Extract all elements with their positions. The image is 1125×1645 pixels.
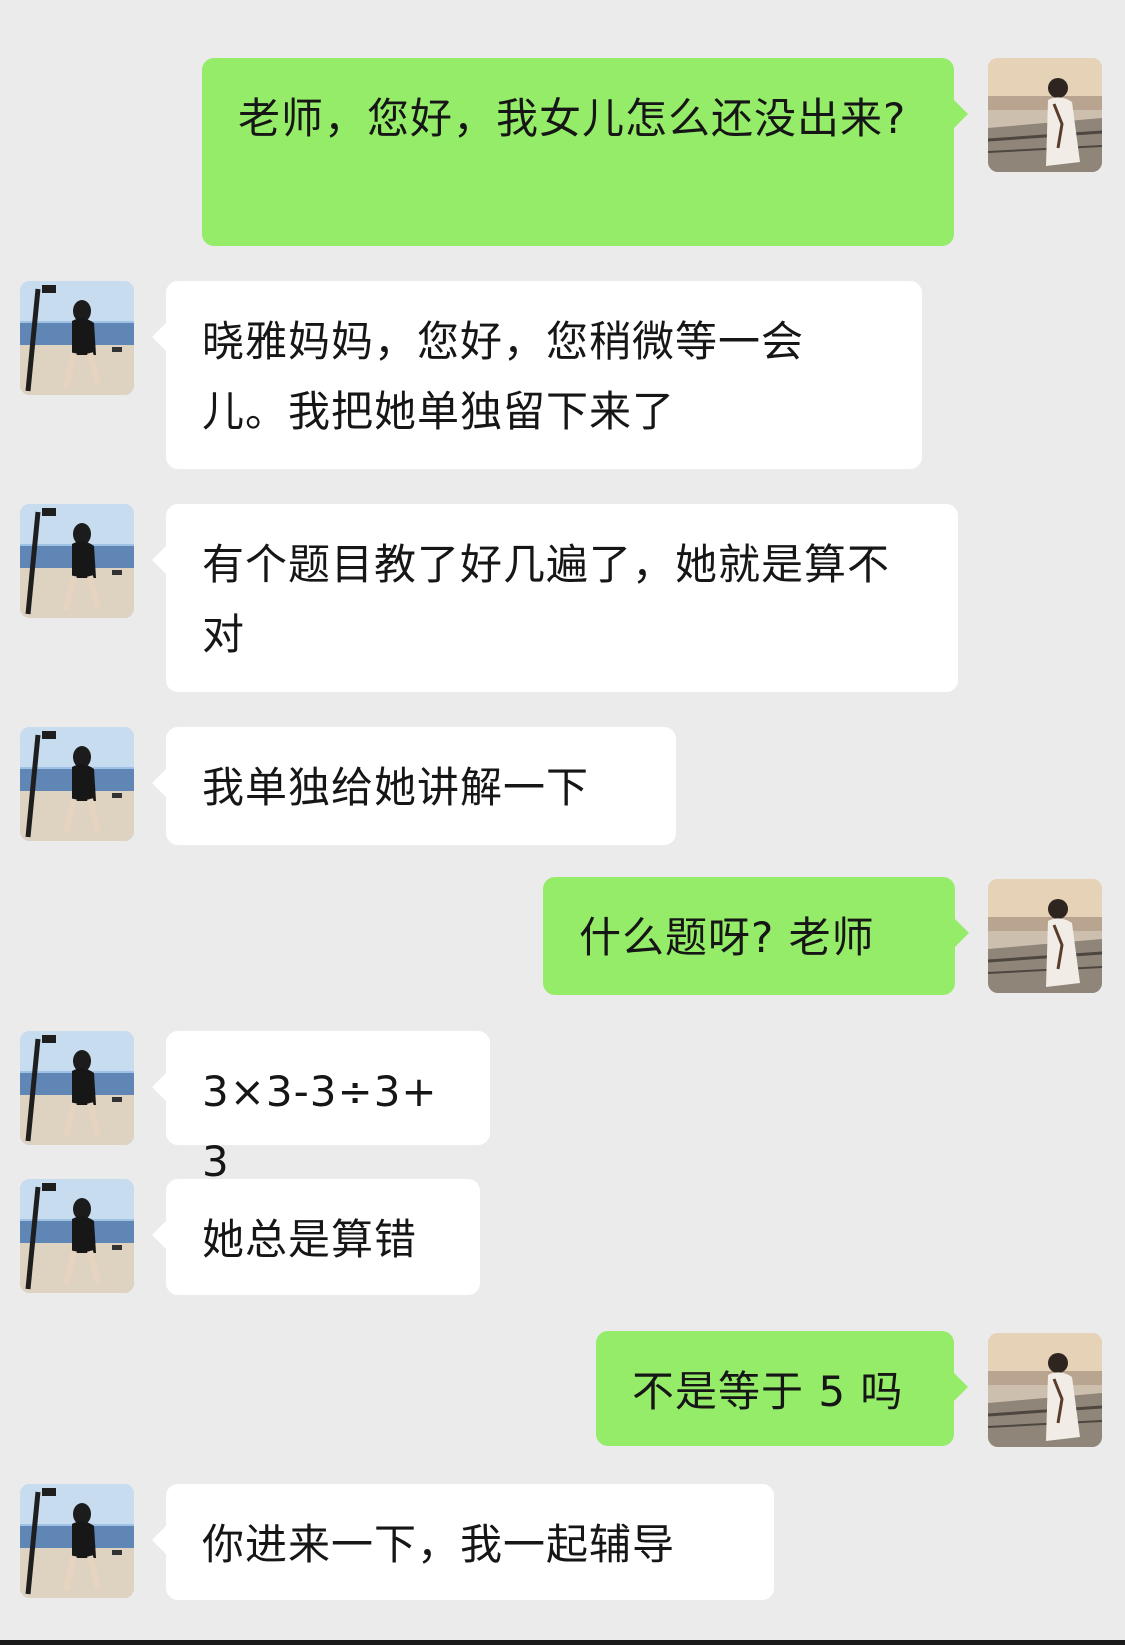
teacher-avatar-icon[interactable] (20, 1484, 134, 1598)
message-text: 她总是算错 (202, 1215, 418, 1264)
teacher-avatar-icon[interactable] (20, 504, 134, 618)
parent-avatar-icon[interactable] (988, 1333, 1102, 1447)
message-bubble[interactable]: 什么题呀? 老师 (543, 877, 969, 995)
teacher-avatar-icon[interactable] (20, 727, 134, 841)
message-bubble[interactable]: 你进来一下，我一起辅导 (152, 1484, 774, 1600)
teacher-avatar-icon[interactable] (20, 1179, 134, 1293)
parent-avatar-icon[interactable] (988, 879, 1102, 993)
message-text: 老师，您好，我女儿怎么还没出来? (238, 94, 907, 143)
message-text: 什么题呀? 老师 (579, 913, 875, 962)
parent-avatar-icon[interactable] (988, 58, 1102, 172)
bottom-edge-divider (0, 1640, 1125, 1645)
message-bubble[interactable]: 3×3-3÷3+3 (152, 1031, 490, 1186)
message-bubble[interactable]: 老师，您好，我女儿怎么还没出来? (202, 58, 968, 246)
chat-area: 老师，您好，我女儿怎么还没出来? 晓雅妈妈，您好，您稍微等一会儿。我把她单独留下… (0, 0, 1125, 1645)
message-text: 你进来一下，我一起辅导 (202, 1520, 676, 1569)
message-text: 有个题目教了好几遍了，她就是算不对 (202, 540, 891, 659)
teacher-avatar-icon[interactable] (20, 1031, 134, 1145)
message-bubble[interactable]: 我单独给她讲解一下 (152, 727, 676, 845)
teacher-avatar-icon[interactable] (20, 281, 134, 395)
message-text: 3×3-3÷3+3 (202, 1067, 438, 1186)
message-bubble[interactable]: 有个题目教了好几遍了，她就是算不对 (152, 504, 958, 692)
message-bubble[interactable]: 不是等于 5 吗 (596, 1331, 968, 1446)
message-text: 不是等于 5 吗 (632, 1367, 904, 1416)
message-text: 晓雅妈妈，您好，您稍微等一会儿。我把她单独留下来了 (202, 317, 805, 436)
message-bubble[interactable]: 她总是算错 (152, 1179, 480, 1295)
message-bubble[interactable]: 晓雅妈妈，您好，您稍微等一会儿。我把她单独留下来了 (152, 281, 922, 469)
message-text: 我单独给她讲解一下 (202, 763, 590, 812)
